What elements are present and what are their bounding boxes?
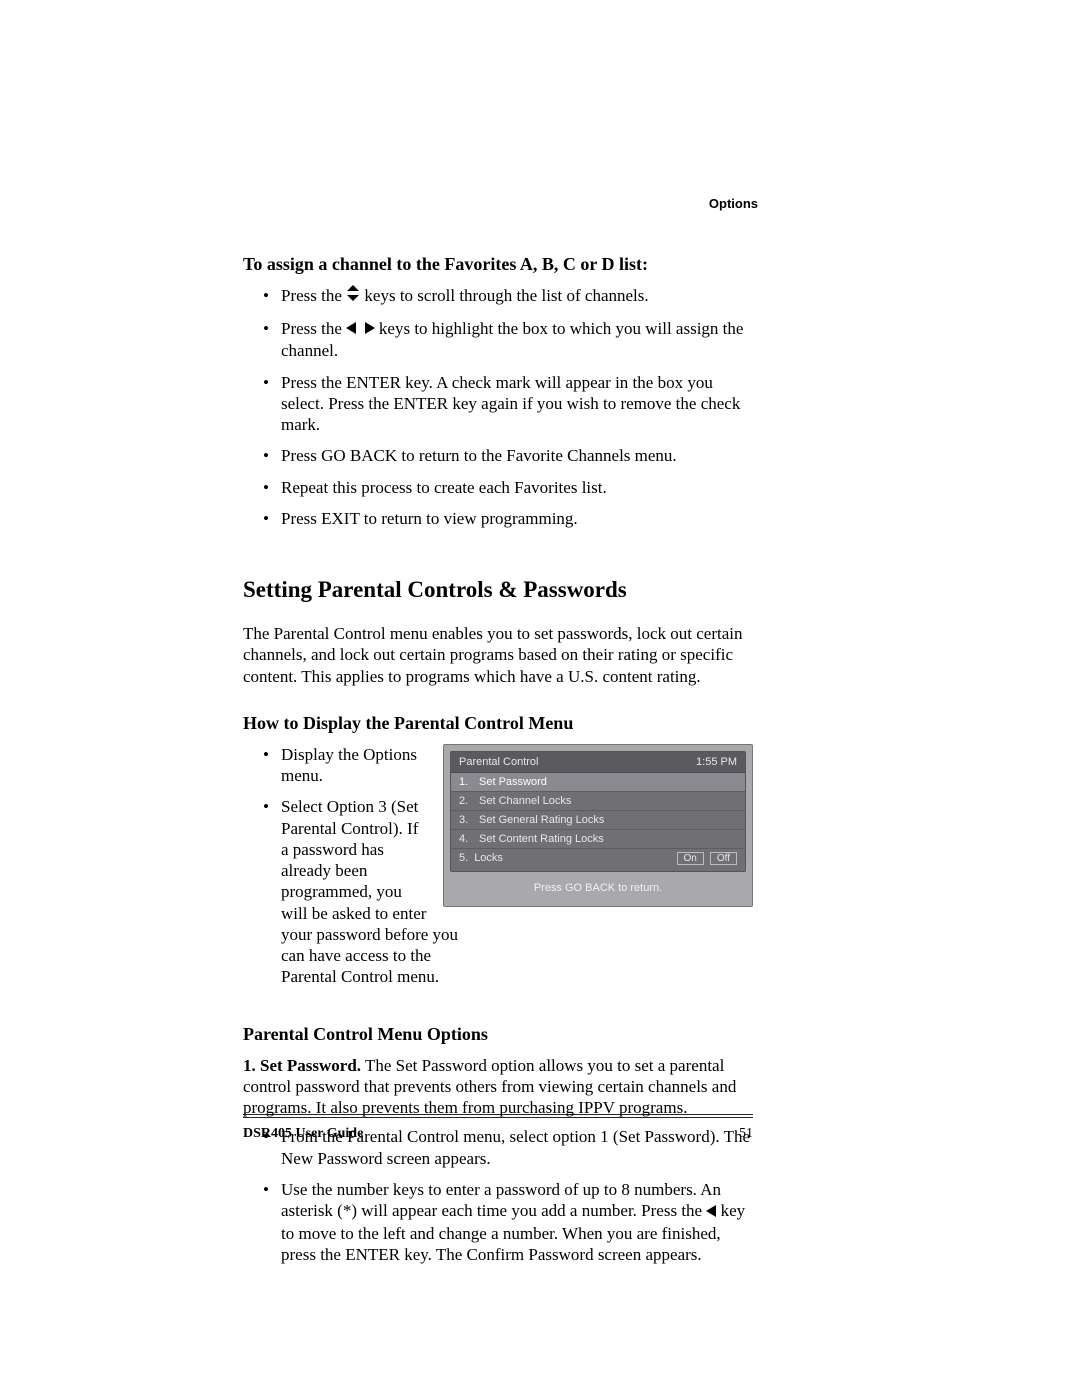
list-item: Select Option 3 (Set Parental Control). … (263, 796, 467, 987)
footer-rule (243, 1114, 753, 1118)
up-down-arrow-icon (346, 285, 360, 306)
text: keys to scroll through the list of chann… (360, 286, 648, 305)
list-item: Press the ENTER key. A check mark will a… (263, 372, 753, 436)
pc-menu-item: 2.Set Channel Locks (451, 792, 745, 811)
favorites-steps: Press the keys to scroll through the lis… (263, 285, 753, 529)
list-item: Press the keys to scroll through the lis… (263, 285, 753, 308)
pc-menu-label: Set Content Rating Locks (479, 833, 604, 845)
pc-toggle-off: Off (710, 852, 737, 865)
left-arrow-icon (346, 318, 356, 339)
list-item: Press EXIT to return to view programming… (263, 508, 753, 529)
parental-intro: The Parental Control menu enables you to… (243, 623, 753, 687)
parental-heading: Setting Parental Controls & Passwords (243, 577, 753, 603)
left-arrow-icon (706, 1201, 716, 1222)
text: Press the (281, 286, 346, 305)
pc-menu-label: Locks (474, 852, 503, 864)
pc-footer-hint: Press GO BACK to return. (450, 872, 746, 896)
set-password-steps: From the Parental Control menu, select o… (263, 1126, 753, 1265)
pc-menu-item: 4.Set Content Rating Locks (451, 830, 745, 849)
pc-menu-label: Set Channel Locks (479, 795, 571, 807)
pc-toggle-on: On (677, 852, 704, 865)
right-arrow-icon (365, 318, 375, 339)
display-pc-heading: How to Display the Parental Control Menu (243, 713, 753, 734)
page-footer: DSR405 User Guide 51 (243, 1114, 753, 1142)
list-item: Use the number keys to enter a password … (263, 1179, 753, 1265)
pc-menu-item: 3.Set General Rating Locks (451, 811, 745, 830)
set-password-label: 1. Set Password. (243, 1056, 361, 1075)
list-item: Press GO BACK to return to the Favorite … (263, 445, 753, 466)
text: Use the number keys to enter a password … (281, 1180, 721, 1220)
list-item: Repeat this process to create each Favor… (263, 477, 753, 498)
footer-guide: DSR405 User Guide (243, 1126, 363, 1142)
pc-menu-label: Set General Rating Locks (479, 814, 604, 826)
list-item: Display the Options menu. (263, 744, 753, 787)
pc-menu-item: 5.Locks On Off (451, 849, 745, 871)
favorites-heading: To assign a channel to the Favorites A, … (243, 254, 753, 275)
pc-menu-options-heading: Parental Control Menu Options (243, 1024, 753, 1045)
list-item: Press the keys to highlight the box to w… (263, 318, 753, 362)
text: Press the (281, 319, 346, 338)
footer-page-number: 51 (739, 1126, 753, 1142)
set-password-para: 1. Set Password. The Set Password option… (243, 1055, 753, 1119)
